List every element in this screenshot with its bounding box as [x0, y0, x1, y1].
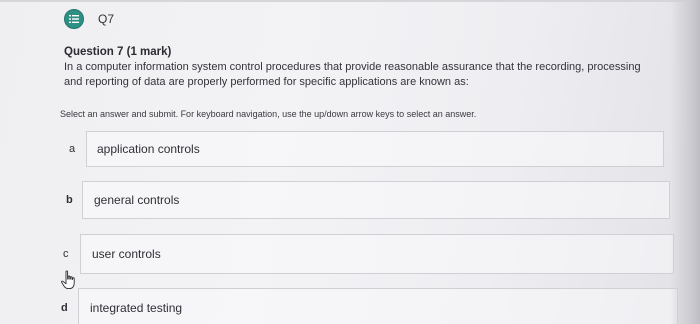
- option-d[interactable]: d integrated testing: [61, 288, 678, 324]
- option-letter: d: [61, 302, 68, 314]
- option-b[interactable]: b general controls: [66, 181, 670, 219]
- option-label: application controls: [97, 142, 200, 156]
- question-text: In a computer information system control…: [64, 61, 641, 88]
- option-letter: c: [63, 248, 69, 260]
- quiz-page: Q7 Question 7 (1 mark) In a computer inf…: [0, 0, 700, 324]
- option-label: general controls: [94, 193, 180, 207]
- hand-pointer-icon: [60, 270, 78, 290]
- option-c[interactable]: c user controls: [63, 234, 674, 274]
- question-title: Question 7 (1 mark): [64, 46, 172, 58]
- page-edge-shadow: [670, 0, 700, 324]
- option-letter: b: [66, 194, 73, 206]
- question-number: Q7: [98, 12, 115, 26]
- list-icon[interactable]: [64, 9, 84, 29]
- answer-instruction: Select an answer and submit. For keyboar…: [60, 109, 477, 119]
- option-label: integrated testing: [90, 301, 183, 315]
- option-a[interactable]: a application controls: [69, 131, 664, 167]
- question-header: Q7: [64, 8, 114, 30]
- option-label: user controls: [92, 247, 161, 261]
- top-divider: [0, 0, 700, 2]
- option-letter: a: [69, 143, 76, 155]
